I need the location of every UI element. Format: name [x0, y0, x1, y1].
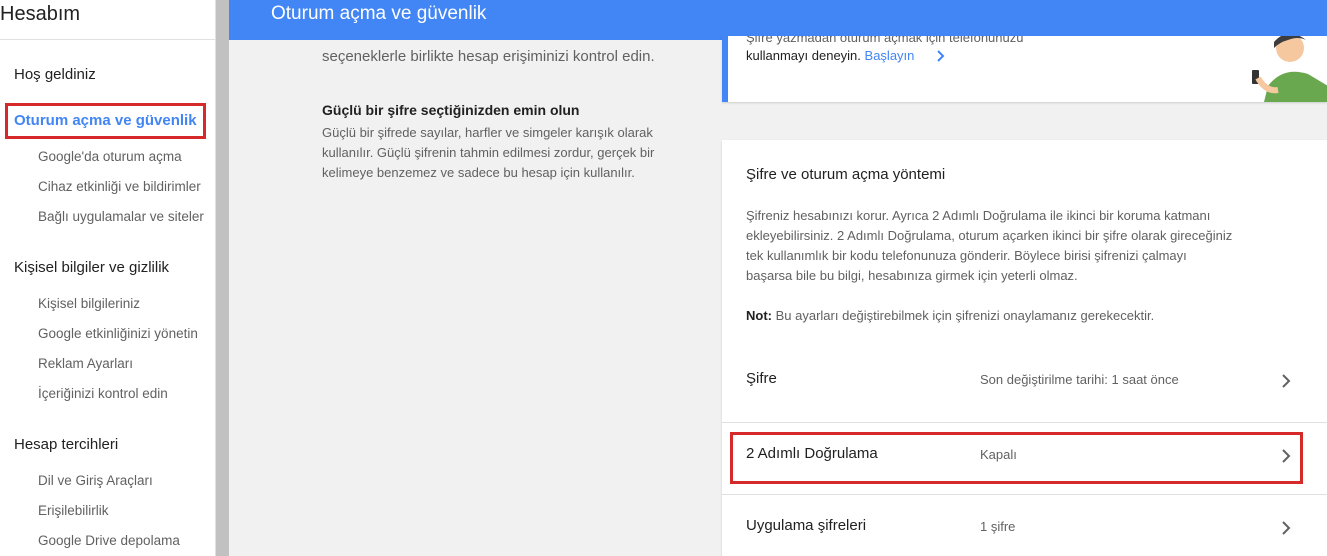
sidebar-scrollbar[interactable] [215, 0, 229, 556]
card-description: Şifreniz hesabınızı korur. Ayrıca 2 Adım… [746, 208, 1233, 283]
sidebar-section-signin-security[interactable]: Oturum açma ve güvenlik [5, 103, 206, 139]
two-step-verification-row[interactable]: 2 Adımlı Doğrulama Kapalı [722, 422, 1327, 494]
page-header: Oturum açma ve güvenlik [229, 0, 1327, 40]
sidebar-item-content[interactable]: İçeriğinizi kontrol edin [38, 386, 168, 401]
sidebar-item-device-activity[interactable]: Cihaz etkinliği ve bildirimler [38, 179, 201, 194]
sidebar-section-welcome[interactable]: Hoş geldiniz [14, 66, 96, 83]
sidebar: Hesabım Hoş geldiniz Oturum açma ve güve… [0, 0, 215, 556]
sidebar-item-google-signin[interactable]: Google'da oturum açma [38, 149, 182, 164]
chevron-right-icon [1282, 449, 1291, 463]
person-with-phone-illustration [1252, 36, 1327, 102]
sidebar-item-accessibility[interactable]: Erişilebilirlik [38, 503, 109, 518]
card-title: Şifre ve oturum açma yöntemi [746, 166, 946, 183]
password-row[interactable]: Şifre Son değiştirilme tarihi: 1 saat ön… [722, 348, 1327, 420]
password-signin-card: Şifre ve oturum açma yöntemi Şifreniz he… [722, 140, 1327, 556]
promo-text: kullanmayı deneyin. Başlayın [746, 48, 914, 63]
sidebar-section-label: Oturum açma ve güvenlik [14, 112, 197, 129]
card-note: Not: Bu ayarları değiştirebilmek için şi… [746, 308, 1154, 323]
row-value: Son değiştirilme tarihi: 1 saat önce [980, 372, 1179, 387]
promo-message: kullanmayı deneyin. [746, 48, 861, 63]
phone-signin-promo: Şifre yazmadan oturum açmak için telefon… [722, 36, 1327, 102]
sidebar-item-connected-apps[interactable]: Bağlı uygulamalar ve siteler [38, 209, 204, 224]
sidebar-item-activity[interactable]: Google etkinliğinizi yönetin [38, 326, 198, 341]
app-title: Hesabım [0, 0, 215, 40]
sidebar-section-preferences[interactable]: Hesap tercihleri [14, 436, 118, 453]
note-label: Not: [746, 308, 772, 323]
sidebar-item-personal-info[interactable]: Kişisel bilgileriniz [38, 296, 140, 311]
row-label: Uygulama şifreleri [746, 517, 867, 534]
password-tip-text: Güçlü bir şifrede sayılar, harfler ve si… [322, 125, 655, 180]
promo-partial-text: Şifre yazmadan oturum açmak için telefon… [746, 36, 1024, 45]
row-label: 2 Adımlı Doğrulama [746, 445, 878, 462]
sidebar-item-drive-storage[interactable]: Google Drive depolama [38, 533, 180, 548]
sidebar-section-personal-info[interactable]: Kişisel bilgiler ve gizlilik [14, 259, 169, 276]
sidebar-item-ad-settings[interactable]: Reklam Ayarları [38, 356, 133, 371]
page-title: Oturum açma ve güvenlik [271, 3, 487, 24]
intro-lead-text: seçeneklerle birlikte hesap erişiminizi … [322, 48, 655, 65]
row-label: Şifre [746, 370, 777, 387]
row-value: Kapalı [980, 447, 1017, 462]
app-passwords-row[interactable]: Uygulama şifreleri 1 şifre [722, 494, 1327, 556]
chevron-right-icon [1282, 374, 1291, 388]
get-started-link[interactable]: Başlayın [865, 48, 915, 63]
note-text: Bu ayarları değiştirebilmek için şifreni… [772, 308, 1155, 323]
sidebar-item-language[interactable]: Dil ve Giriş Araçları [38, 473, 153, 488]
row-value: 1 şifre [980, 519, 1016, 534]
chevron-right-icon[interactable] [933, 48, 949, 64]
chevron-right-icon [1282, 521, 1291, 535]
password-tip-heading: Güçlü bir şifre seçtiğinizden emin olun [322, 102, 580, 118]
